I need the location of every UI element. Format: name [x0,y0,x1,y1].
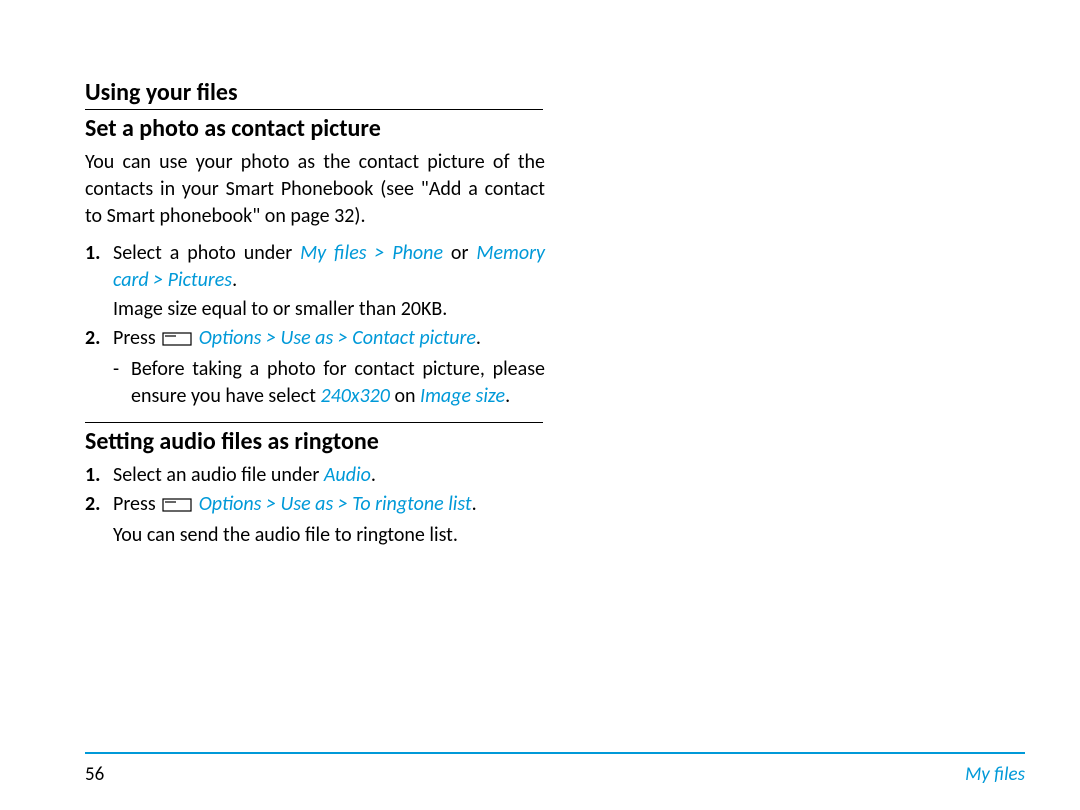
intro-paragraph: You can use your photo as the contact pi… [85,149,545,230]
step-number: 2. [85,325,113,354]
heading-set-ringtone: Setting audio files as ringtone [85,427,515,456]
steps-ringtone: 1. Select an audio file under Audio. 2. … [85,462,545,520]
footer-section-label: My files [965,763,1025,786]
menu-path-use-as: Use as [280,492,333,516]
step-body: Select an audio file under Audio. [113,462,545,489]
footer-divider [85,752,1025,754]
softkey-icon [162,493,192,520]
steps-set-photo-2: 2. Press Options > Use as > Contact pict… [85,325,545,354]
text: on [390,384,420,408]
step-number: 2. [85,491,113,520]
step-body: Select a photo under My files > Phone or… [113,240,545,294]
step-2-note: You can send the audio file to ringtone … [85,522,545,549]
step-1: 1. Select a photo under My files > Phone… [85,240,545,294]
menu-sep: > [367,241,393,265]
manual-page: Using your files Set a photo as contact … [0,0,595,549]
menu-path-audio: Audio [324,463,371,487]
menu-sep: > [333,326,352,350]
text: Select an audio file under [113,463,324,487]
step-1: 1. Select an audio file under Audio. [85,462,545,489]
text: . [476,326,481,350]
divider [85,422,543,423]
step-body: Press Options > Use as > Contact picture… [113,325,545,354]
softkey-icon [162,327,192,354]
text: Select a photo under [113,241,300,265]
menu-sep: > [261,326,280,350]
text: . [232,268,237,292]
text: Press [113,326,160,350]
step-2: 2. Press Options > Use as > Contact pict… [85,325,545,354]
text: or [443,241,476,265]
page-number: 56 [85,763,104,786]
text: Press [113,492,160,516]
menu-sep: > [261,492,280,516]
menu-path-pictures: Pictures [168,268,232,292]
menu-sep: > [149,268,168,292]
steps-set-photo: 1. Select a photo under My files > Phone… [85,240,545,294]
menu-path-contact-picture: Contact picture [352,326,476,350]
step-body: Press Options > Use as > To ringtone lis… [113,491,545,520]
step-number: 1. [85,240,113,294]
menu-path-my-files: My files [300,241,366,265]
text: . [472,492,477,516]
step-2: 2. Press Options > Use as > To ringtone … [85,491,545,520]
menu-sep: > [333,492,352,516]
heading-using-your-files: Using your files [85,78,515,107]
heading-set-photo-contact: Set a photo as contact picture [85,114,515,143]
divider [85,109,543,110]
menu-path-use-as: Use as [280,326,333,350]
step-2-subnote: - Before taking a photo for contact pict… [85,356,545,410]
step-number: 1. [85,462,113,489]
menu-path-options: Options [199,492,262,516]
text: . [505,384,510,408]
step-1-note: Image size equal to or smaller than 20KB… [85,296,545,323]
text: . [371,463,376,487]
menu-path-image-size: Image size [420,384,505,408]
menu-path-phone: Phone [392,241,443,265]
value-240x320: 240x320 [320,384,389,408]
menu-path-options: Options [199,326,262,350]
subnote-body: Before taking a photo for contact pictur… [131,356,545,410]
menu-path-to-ringtone-list: To ringtone list [352,492,471,516]
dash-bullet: - [113,356,131,410]
